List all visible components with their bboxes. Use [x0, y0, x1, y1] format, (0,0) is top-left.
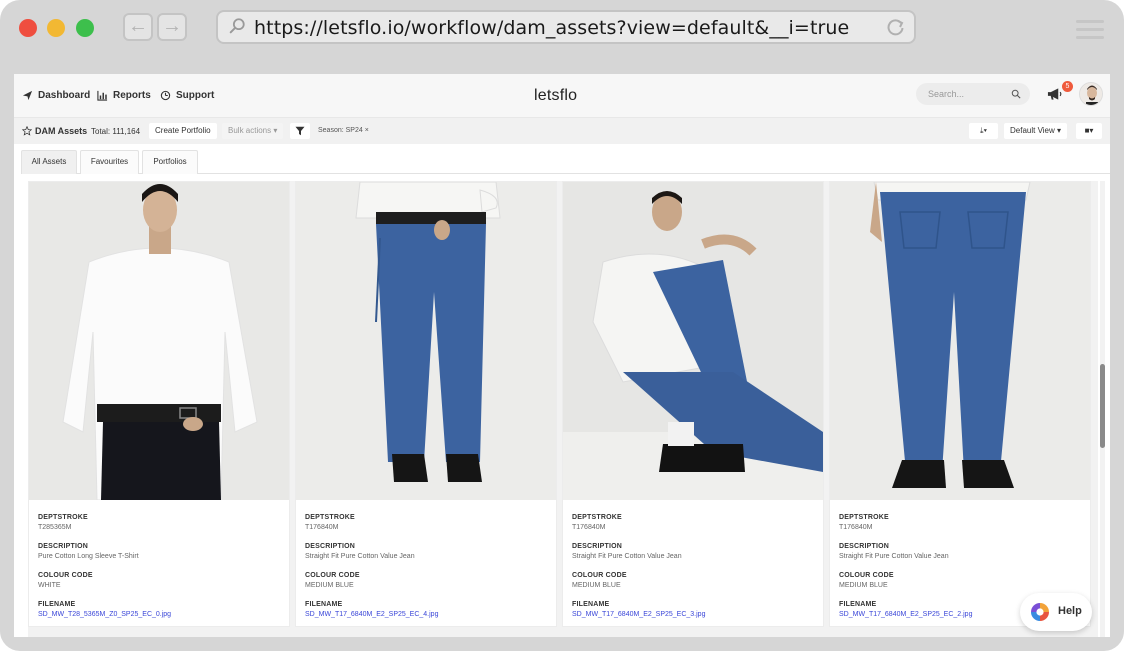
description-label: DESCRIPTION [839, 543, 890, 550]
asset-toolbar: DAM Assets Total: 111,164 Create Portfol… [14, 118, 1110, 144]
colour-code-value: MEDIUM BLUE [839, 582, 888, 589]
help-label: Help [1058, 605, 1082, 617]
nav-reports-label: Reports [113, 90, 151, 101]
nav-dashboard[interactable]: Dashboard [22, 90, 90, 101]
deptstroke-value: T285365M [38, 524, 72, 531]
asset-metadata: DEPTSTROKE T285365M DESCRIPTION Pure Cot… [38, 514, 283, 630]
deptstroke-label: DEPTSTROKE [305, 514, 355, 521]
description-value: Pure Cotton Long Sleeve T-Shirt [38, 553, 139, 560]
tab-portfolios[interactable]: Portfolios [142, 150, 198, 174]
deptstroke-value: T176840M [305, 524, 339, 531]
deptstroke-label: DEPTSTROKE [839, 514, 889, 521]
filename-link[interactable]: SD_MW_T17_6840M_E2_SP25_EC_3.jpg [572, 611, 817, 620]
asset-metadata: DEPTSTROKE T176840M DESCRIPTION Straight… [305, 514, 550, 630]
nav-dashboard-label: Dashboard [38, 90, 91, 101]
colour-code-value: MEDIUM BLUE [305, 582, 354, 589]
filename-link[interactable]: SD_MW_T17_6840M_E2_SP25_EC_4.jpg [305, 611, 550, 620]
close-window-button[interactable] [19, 19, 37, 37]
description-label: DESCRIPTION [38, 543, 89, 550]
support-icon [160, 90, 171, 101]
asset-card[interactable]: DEPTSTROKE T176840M DESCRIPTION Straight… [562, 181, 824, 627]
search-icon [1011, 89, 1021, 99]
model-jeans-standing-image [296, 182, 556, 500]
app-logo[interactable]: letsflo [534, 87, 577, 105]
deptstroke-label: DEPTSTROKE [38, 514, 88, 521]
model-tshirt-image [29, 182, 289, 500]
arrow-right-icon: → [162, 15, 182, 37]
arrow-left-icon: ← [128, 15, 148, 37]
filename-label: FILENAME [572, 601, 610, 608]
description-value: Straight Fit Pure Cotton Value Jean [305, 553, 415, 560]
total-count: Total: 111,164 [91, 127, 141, 136]
browser-window: ← → https://letsflo.io/workflow/dam_asse… [0, 0, 1124, 651]
asset-card[interactable]: DEPTSTROKE T285365M DESCRIPTION Pure Cot… [28, 181, 290, 627]
asset-card[interactable]: DEPTSTROKE T176840M DESCRIPTION Straight… [295, 181, 557, 627]
filter-icon [295, 126, 305, 136]
search-placeholder: Search... [928, 89, 965, 99]
bar-chart-icon [97, 90, 108, 101]
asset-photo[interactable] [563, 182, 823, 500]
maximize-window-button[interactable] [76, 19, 94, 37]
tab-all-assets[interactable]: All Assets [21, 150, 77, 174]
star-icon[interactable] [22, 126, 32, 136]
asset-tabs: All Assets Favourites Portfolios [21, 150, 1110, 174]
browser-chrome: ← → https://letsflo.io/workflow/dam_asse… [0, 0, 1124, 58]
filter-button[interactable] [290, 123, 310, 139]
send-icon [22, 90, 33, 101]
asset-grid: DEPTSTROKE T285365M DESCRIPTION Pure Cot… [28, 181, 1098, 637]
deptstroke-label: DEPTSTROKE [572, 514, 622, 521]
filename-label: FILENAME [305, 601, 343, 608]
filename-link[interactable]: SD_MW_T28_5365M_Z0_SP25_EC_0.jpg [38, 611, 283, 620]
asset-metadata: DEPTSTROKE T176840M DESCRIPTION Straight… [572, 514, 817, 630]
nav-support-label: Support [176, 90, 215, 101]
deptstroke-value: T176840M [572, 524, 606, 531]
deptstroke-value: T176840M [839, 524, 873, 531]
nav-reports[interactable]: Reports [97, 90, 151, 101]
help-button[interactable]: Help [1020, 593, 1092, 631]
colour-code-value: MEDIUM BLUE [572, 582, 621, 589]
reload-icon[interactable] [886, 17, 906, 37]
colour-code-label: COLOUR CODE [305, 572, 360, 579]
view-mode-menu-button[interactable]: ■▾ [1076, 123, 1102, 139]
season-filter-chip[interactable]: Season: SP24 × [318, 127, 369, 134]
description-value: Straight Fit Pure Cotton Value Jean [839, 553, 949, 560]
asset-photo[interactable] [830, 182, 1090, 500]
search-input[interactable]: Search... [916, 83, 1030, 105]
user-avatar[interactable] [1079, 82, 1103, 106]
nav-support[interactable]: Support [160, 90, 214, 101]
minimize-window-button[interactable] [47, 19, 65, 37]
app-viewport: Dashboard Reports Support letsflo Search… [14, 74, 1110, 637]
model-jeans-back-image [830, 182, 1090, 500]
bulk-actions-dropdown[interactable]: Bulk actions ▾ [222, 123, 284, 139]
browser-menu-icon[interactable] [1076, 20, 1104, 44]
search-icon [229, 18, 245, 34]
model-jeans-seated-image [563, 182, 823, 500]
dam-assets-title: DAM Assets [22, 126, 87, 136]
dam-assets-label: DAM Assets [35, 126, 88, 136]
colour-code-label: COLOUR CODE [839, 572, 894, 579]
asset-card[interactable]: DEPTSTROKE T176840M DESCRIPTION Straight… [829, 181, 1091, 627]
url-text[interactable]: https://letsflo.io/workflow/dam_assets?v… [254, 17, 849, 39]
asset-photo[interactable] [296, 182, 556, 500]
asset-photo[interactable] [29, 182, 289, 500]
colour-code-label: COLOUR CODE [38, 572, 93, 579]
megaphone-icon[interactable] [1047, 87, 1062, 101]
filename-label: FILENAME [38, 601, 76, 608]
top-navigation: Dashboard Reports Support letsflo Search… [14, 74, 1110, 118]
address-bar[interactable]: https://letsflo.io/workflow/dam_assets?v… [216, 10, 916, 44]
default-view-dropdown[interactable]: Default View ▾ [1004, 123, 1068, 139]
colour-code-label: COLOUR CODE [572, 572, 627, 579]
tab-favourites[interactable]: Favourites [80, 150, 139, 174]
colour-code-value: WHITE [38, 582, 61, 589]
create-portfolio-button[interactable]: Create Portfolio [149, 123, 217, 139]
description-label: DESCRIPTION [572, 543, 623, 550]
back-button[interactable]: ← [123, 13, 153, 41]
scrollbar-thumb[interactable] [1100, 364, 1105, 448]
forward-button[interactable]: → [157, 13, 187, 41]
description-label: DESCRIPTION [305, 543, 356, 550]
download-menu-button[interactable]: ⤓▾ [969, 123, 998, 139]
help-logo-icon [1031, 603, 1049, 621]
notification-badge: 5 [1062, 81, 1073, 92]
description-value: Straight Fit Pure Cotton Value Jean [572, 553, 682, 560]
